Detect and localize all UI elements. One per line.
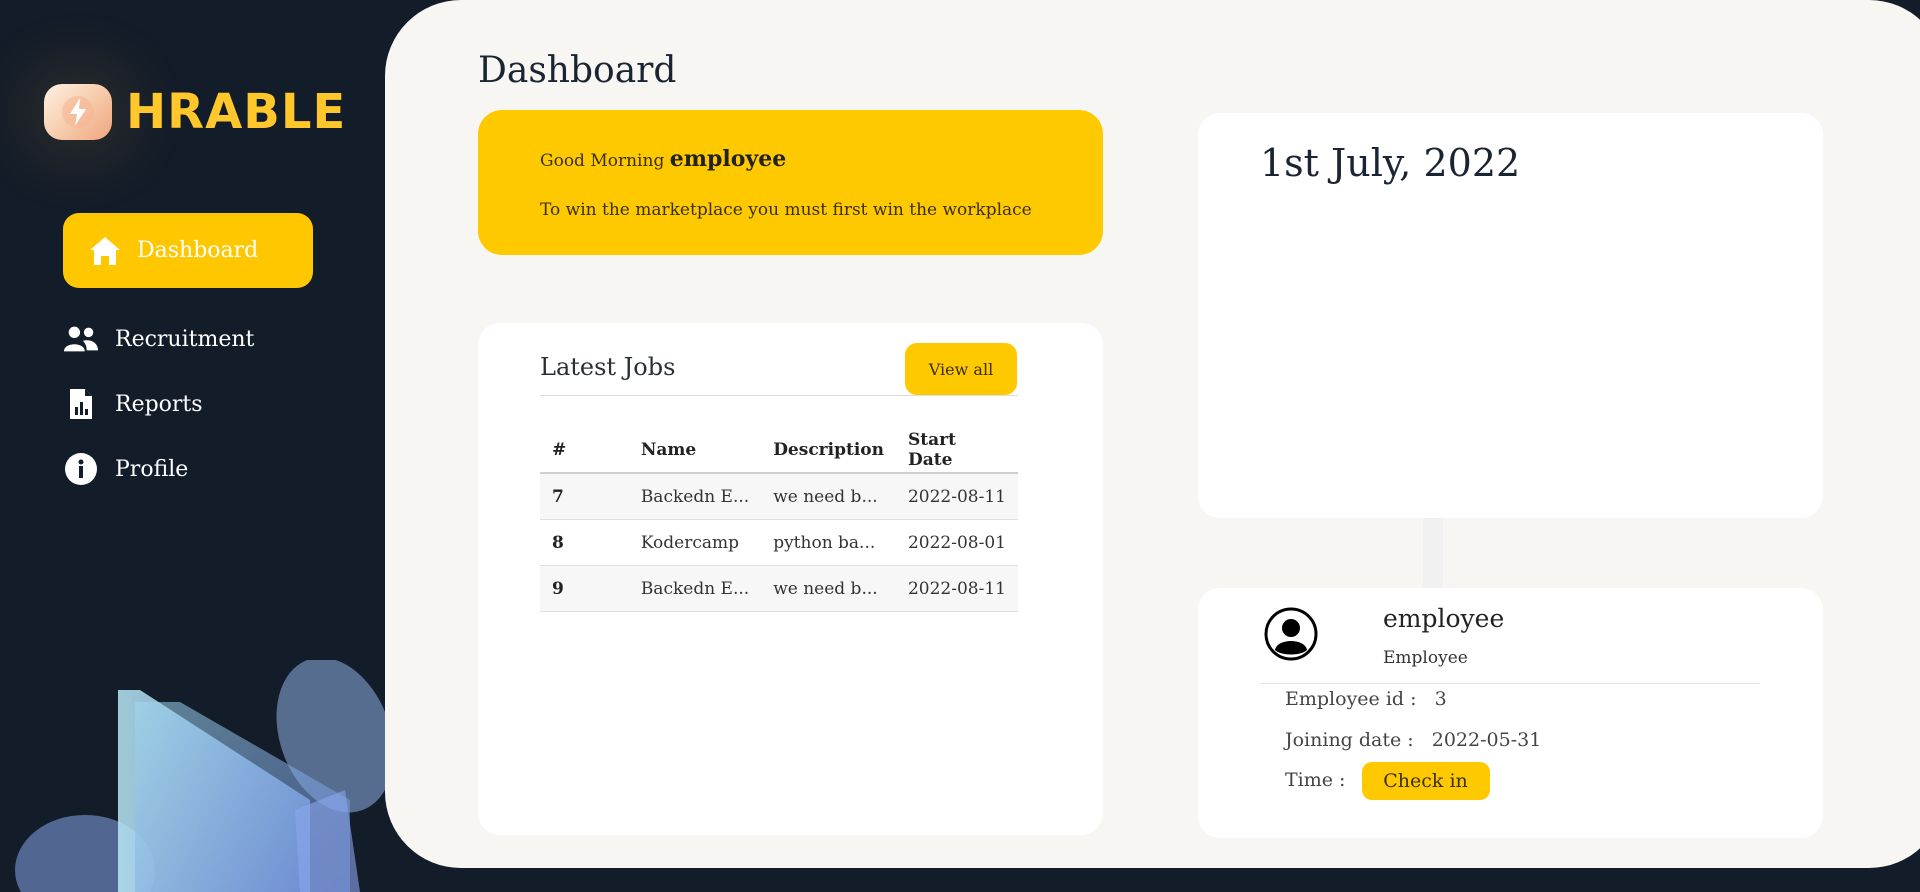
sidebar-item-profile[interactable]: Profile bbox=[63, 442, 313, 496]
column-header-description[interactable]: Description bbox=[761, 428, 896, 474]
greeting-prefix: Good Morning bbox=[540, 151, 665, 171]
column-header-name[interactable]: Name bbox=[628, 428, 762, 474]
user-avatar-icon bbox=[1264, 607, 1318, 661]
divider bbox=[540, 395, 1018, 396]
sidebar-item-label: Dashboard bbox=[137, 238, 259, 263]
home-icon bbox=[87, 233, 123, 269]
sidebar: HRABLE Dashboard Recruitment Reports Pro… bbox=[0, 0, 390, 892]
jobs-table-container: # Name Description Start Date 7 Backedn … bbox=[540, 428, 1018, 818]
page-title: Dashboard bbox=[478, 50, 677, 91]
latest-jobs-card: Latest Jobs View all # Name Description … bbox=[478, 323, 1103, 835]
sidebar-item-recruitment[interactable]: Recruitment bbox=[63, 312, 313, 366]
sidebar-item-label: Recruitment bbox=[115, 326, 255, 352]
sidebar-nav: Dashboard Recruitment Reports Profile bbox=[63, 213, 313, 507]
job-id: 8 bbox=[540, 519, 629, 566]
greeting-quote: To win the marketplace you must first wi… bbox=[540, 200, 1032, 220]
column-header-id[interactable]: # bbox=[540, 428, 629, 474]
time-label: Time : bbox=[1285, 769, 1346, 791]
users-icon bbox=[63, 321, 99, 357]
main-panel: Dashboard Good Morning employee To win t… bbox=[385, 0, 1920, 868]
sidebar-item-dashboard[interactable]: Dashboard bbox=[63, 213, 313, 288]
time-row: Time : Check in bbox=[1285, 762, 1490, 800]
latest-jobs-title: Latest Jobs bbox=[540, 353, 676, 381]
profile-role: Employee bbox=[1383, 648, 1468, 668]
table-row[interactable]: 8 Kodercamp python ba... 2022-08-01 bbox=[540, 519, 1018, 566]
job-start-date: 2022-08-11 bbox=[895, 565, 1018, 612]
employee-id-value: 3 bbox=[1434, 688, 1447, 710]
job-start-date: 2022-08-11 bbox=[895, 473, 1018, 520]
brand-name: HRABLE bbox=[126, 84, 347, 140]
job-description: python ba... bbox=[761, 519, 896, 566]
joining-date-value: 2022-05-31 bbox=[1431, 729, 1542, 751]
employee-id-label: Employee id : bbox=[1285, 688, 1417, 710]
column-header-start-date[interactable]: Start Date bbox=[895, 428, 1018, 474]
employee-id-row: Employee id : 3 bbox=[1285, 688, 1447, 710]
greeting-card: Good Morning employee To win the marketp… bbox=[478, 110, 1103, 255]
profile-name: employee bbox=[1383, 604, 1505, 633]
job-start-date: 2022-08-01 bbox=[895, 519, 1018, 566]
job-description: we need b... bbox=[761, 565, 896, 612]
job-description: we need b... bbox=[761, 473, 896, 520]
job-id: 9 bbox=[540, 565, 629, 612]
glass-illustration bbox=[15, 660, 390, 892]
brand-logo[interactable]: HRABLE bbox=[44, 84, 346, 140]
info-icon bbox=[63, 451, 99, 487]
report-icon bbox=[63, 386, 99, 422]
table-row[interactable]: 7 Backedn E... we need b... 2022-08-11 bbox=[540, 473, 1018, 520]
lightning-icon bbox=[44, 84, 112, 140]
joining-date-label: Joining date : bbox=[1285, 729, 1414, 751]
divider bbox=[1260, 683, 1760, 684]
profile-card: employee Employee Employee id : 3 Joinin… bbox=[1198, 588, 1823, 838]
table-header-row: # Name Description Start Date bbox=[540, 428, 1018, 474]
sidebar-item-label: Profile bbox=[115, 456, 189, 482]
job-name: Kodercamp bbox=[628, 519, 762, 566]
check-in-button[interactable]: Check in bbox=[1361, 762, 1490, 800]
jobs-table: # Name Description Start Date 7 Backedn … bbox=[540, 428, 1018, 612]
job-name: Backedn E... bbox=[628, 473, 762, 520]
joining-date-row: Joining date : 2022-05-31 bbox=[1285, 729, 1541, 751]
job-name: Backedn E... bbox=[628, 565, 762, 612]
date-card: 1st July, 2022 bbox=[1198, 113, 1823, 518]
greeting-name: employee bbox=[669, 146, 787, 172]
view-all-button[interactable]: View all bbox=[905, 343, 1017, 395]
job-id: 7 bbox=[540, 473, 629, 520]
greeting-line: Good Morning employee bbox=[540, 146, 786, 172]
current-date: 1st July, 2022 bbox=[1260, 141, 1521, 185]
sidebar-item-reports[interactable]: Reports bbox=[63, 377, 313, 431]
table-row[interactable]: 9 Backedn E... we need b... 2022-08-11 bbox=[540, 565, 1018, 612]
sidebar-item-label: Reports bbox=[115, 391, 203, 417]
